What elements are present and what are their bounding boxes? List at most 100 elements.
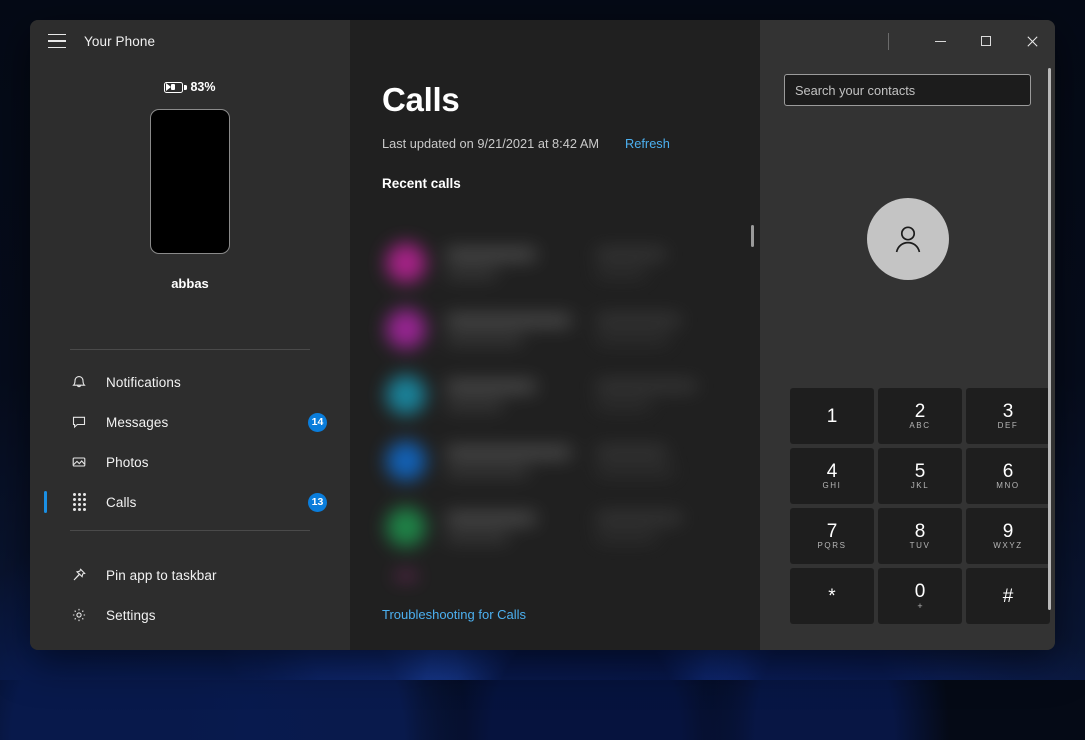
call-contact-text [446, 249, 596, 278]
dialpad-key-number: 4 [827, 462, 838, 481]
sidebar-item-messages[interactable]: Messages 14 [30, 402, 350, 442]
device-name: abbas [171, 276, 209, 291]
sidebar-item-label: Calls [106, 495, 137, 510]
dialpad-key-number: 7 [827, 522, 838, 541]
call-list-item[interactable] [382, 428, 720, 494]
call-list-item[interactable] [382, 230, 720, 296]
dialpad-key-letters: ABC [909, 422, 930, 430]
primary-nav: Notifications Messages 14 [30, 350, 350, 530]
refresh-link[interactable]: Refresh [625, 136, 670, 151]
chat-icon [70, 413, 88, 431]
close-button[interactable] [1009, 20, 1055, 62]
dialpad-key-number: 2 [915, 402, 926, 421]
dialpad-key-0[interactable]: 0+ [878, 568, 962, 624]
maximize-icon [981, 36, 991, 46]
call-timestamp-text [596, 315, 716, 343]
recent-calls-heading: Recent calls [382, 176, 728, 191]
dialpad-key-number: 0 [915, 582, 926, 601]
pin-icon [70, 566, 88, 584]
dialpad-key-number: * [828, 587, 835, 606]
app-title: Your Phone [84, 34, 155, 49]
dialpad-key-number: 9 [1003, 522, 1014, 541]
sidebar-item-notifications[interactable]: Notifications [30, 362, 350, 402]
dialpad-key-number: 5 [915, 462, 926, 481]
dialpad-key-number: # [1003, 587, 1014, 606]
call-avatar [386, 243, 426, 283]
dialpad-key-2[interactable]: 2ABC [878, 388, 962, 444]
photo-icon [70, 453, 88, 471]
call-contact-text [446, 315, 596, 344]
troubleshooting-link[interactable]: Troubleshooting for Calls [382, 607, 526, 622]
dialpad-key-number: 8 [915, 522, 926, 541]
sidebar-item-label: Messages [106, 415, 168, 430]
dialpad-key-letters: GHI [822, 482, 841, 490]
close-icon [1027, 36, 1038, 47]
sidebar-item-photos[interactable]: Photos [30, 442, 350, 482]
page-title: Calls [382, 82, 728, 118]
dialpad-key-1[interactable]: 1 [790, 388, 874, 444]
main-content: Calls Last updated on 9/21/2021 at 8:42 … [350, 20, 760, 650]
sidebar-item-label: Notifications [106, 375, 181, 390]
person-icon [888, 219, 928, 259]
call-contact-text [446, 447, 596, 476]
search-input[interactable] [784, 74, 1031, 106]
sidebar-item-calls[interactable]: Calls 13 [30, 482, 350, 522]
dialer-scrollbar-thumb[interactable] [1048, 68, 1051, 610]
call-timestamp-text [596, 381, 716, 409]
dialpad-key-6[interactable]: 6MNO [966, 448, 1050, 504]
dialpad[interactable]: 12ABC3DEF4GHI5JKL6MNO7PQRS8TUV9WXYZ*0+# [790, 388, 1054, 624]
dialpad-key-3[interactable]: 3DEF [966, 388, 1050, 444]
minimize-icon [935, 41, 946, 42]
window-titlebar-left: Your Phone [30, 20, 350, 62]
dialpad-key-hash[interactable]: # [966, 568, 1050, 624]
maximize-button[interactable] [963, 20, 1009, 62]
last-updated-text: Last updated on 9/21/2021 at 8:42 AM [382, 136, 599, 151]
main-scrollbar-thumb[interactable] [751, 225, 754, 247]
titlebar-spacer [350, 20, 760, 62]
battery-percent: 83% [190, 80, 215, 94]
dialpad-key-number: 3 [1003, 402, 1014, 421]
call-list-item[interactable] [382, 296, 720, 362]
search-container [760, 62, 1055, 106]
device-panel: 83% abbas [30, 62, 350, 291]
minimize-button[interactable] [917, 20, 963, 62]
dialpad-key-5[interactable]: 5JKL [878, 448, 962, 504]
selection-indicator [44, 491, 47, 513]
dialpad-key-letters: TUV [910, 542, 931, 550]
sidebar-item-settings[interactable]: Settings [30, 595, 350, 635]
battery-charging-icon [164, 82, 183, 93]
dialer-panel: 12ABC3DEF4GHI5JKL6MNO7PQRS8TUV9WXYZ*0+# [760, 20, 1055, 650]
call-list-item[interactable] [382, 362, 720, 428]
recent-calls-list[interactable] [382, 230, 720, 578]
dialpad-key-4[interactable]: 4GHI [790, 448, 874, 504]
call-contact-text [446, 381, 596, 410]
call-avatar [386, 375, 426, 415]
call-avatar [386, 573, 426, 578]
dialpad-key-8[interactable]: 8TUV [878, 508, 962, 564]
dialpad-key-7[interactable]: 7PQRS [790, 508, 874, 564]
call-timestamp-text [596, 447, 716, 475]
sidebar-item-label: Settings [106, 608, 156, 623]
dialpad-key-star[interactable]: * [790, 568, 874, 624]
gear-icon [70, 606, 88, 624]
titlebar-separator [888, 33, 889, 50]
secondary-nav: Pin app to taskbar Settings [30, 543, 350, 645]
sidebar-item-label: Photos [106, 455, 149, 470]
messages-badge: 14 [308, 413, 327, 432]
sidebar: Your Phone 83% abbas [30, 20, 350, 650]
hamburger-menu-icon[interactable] [38, 24, 76, 58]
dialpad-key-letters: JKL [911, 482, 930, 490]
dialpad-key-number: 1 [827, 407, 838, 426]
your-phone-window: Your Phone 83% abbas [30, 20, 1055, 650]
calls-header: Calls Last updated on 9/21/2021 at 8:42 … [350, 62, 760, 191]
phone-screen-preview[interactable] [150, 109, 230, 254]
sidebar-item-pin-app[interactable]: Pin app to taskbar [30, 555, 350, 595]
calls-badge: 13 [308, 493, 327, 512]
call-avatar [386, 309, 426, 349]
sidebar-item-label: Pin app to taskbar [106, 568, 217, 583]
dialpad-key-9[interactable]: 9WXYZ [966, 508, 1050, 564]
battery-status: 83% [164, 80, 215, 94]
call-list-item[interactable] [382, 560, 720, 578]
call-avatar [386, 507, 426, 547]
call-list-item[interactable] [382, 494, 720, 560]
